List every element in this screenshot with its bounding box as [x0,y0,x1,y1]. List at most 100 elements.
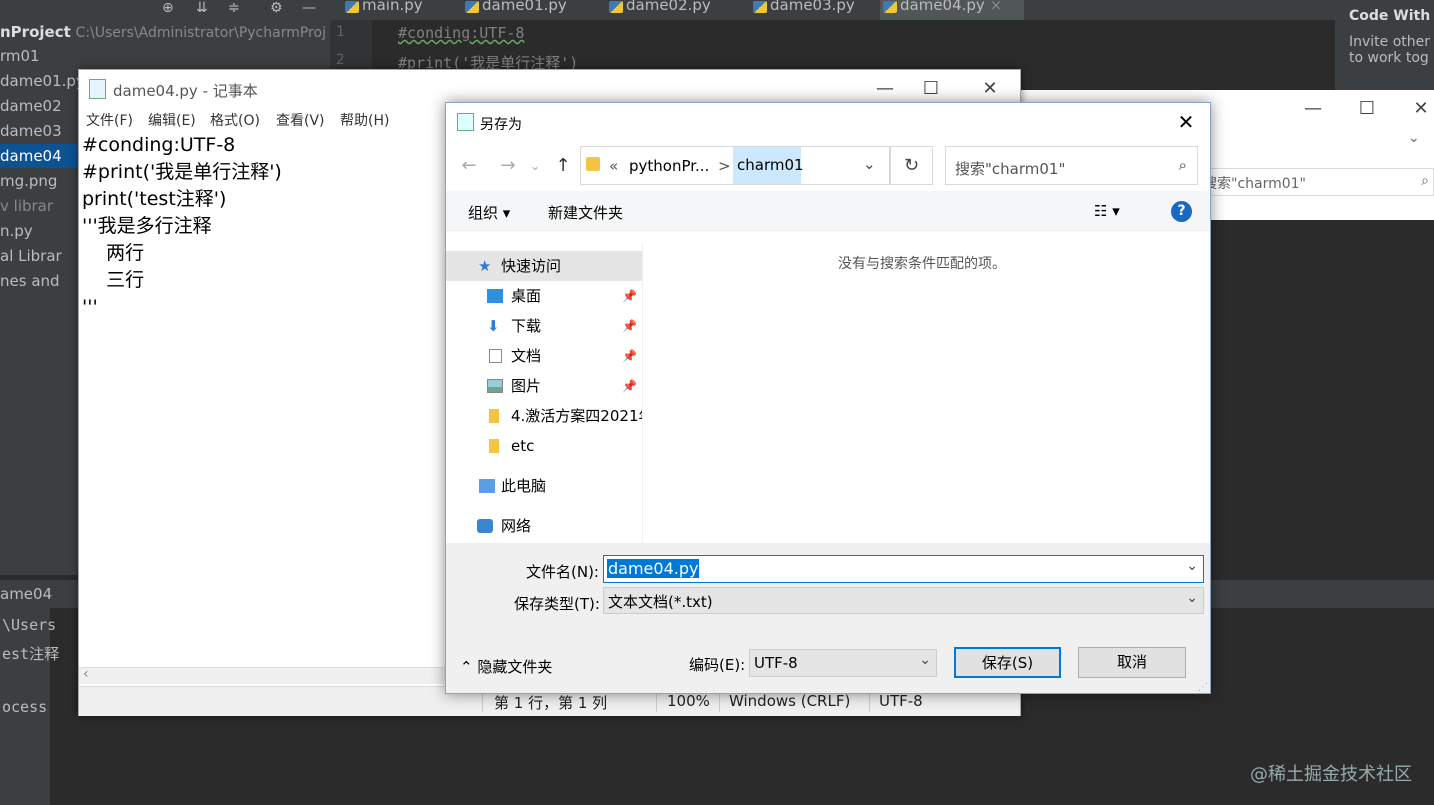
python-file-icon [465,1,479,13]
python-file-icon [753,1,767,13]
pictures-icon [487,379,503,393]
view-options-icon[interactable]: ☷ ▾ [1094,202,1120,220]
minimize-icon[interactable]: — [302,0,316,16]
file-encoding: UTF-8 [879,692,923,710]
address-bar[interactable]: « pythonPr... > charm01 ⌄ [580,146,890,185]
tree-item[interactable]: dame03 [0,119,62,143]
help-button[interactable]: ? [1171,201,1192,222]
menu-edit[interactable]: 编辑(E) [148,110,196,130]
folder-icon [489,409,499,423]
tree-item-selected[interactable]: dame04 [0,144,78,168]
tree-item[interactable]: n.py [0,219,33,243]
chevron-down-icon[interactable]: ⌄ [919,652,931,668]
chevron-down-icon[interactable]: ⌄ [1186,590,1198,606]
python-file-icon [345,1,359,13]
minimize-button[interactable]: — [1290,90,1336,128]
chevron-down-icon[interactable]: ⌄ [1186,558,1198,574]
target-icon[interactable]: ⊕ [162,0,174,16]
search-icon: ⌕ [1421,173,1429,189]
save-as-dialog: 另存为 ✕ ← → ⌄ ↑ « pythonPr... > charm01 ⌄ … [445,102,1211,694]
dialog-toolbar: 组织 ▾ 新建文件夹 ☷ ▾ [446,191,1210,231]
filename-input[interactable]: dame04.py ⌄ [603,555,1204,583]
filename-label: 文件名(N): [526,563,599,581]
search-input[interactable]: 搜索"charm01" ⌕ [945,146,1198,185]
menu-format[interactable]: 格式(O) [210,110,260,130]
tree-item[interactable]: nes and [0,269,60,293]
star-icon: ★ [478,257,492,275]
tree-item[interactable]: mg.png [0,169,57,193]
pin-icon: 📌 [622,349,637,363]
tree-item[interactable]: v librar [0,194,53,218]
up-button[interactable]: ↑ [548,148,578,184]
desktop-icon [487,289,503,303]
refresh-button[interactable]: ↻ [890,146,933,185]
recent-dropdown[interactable]: ⌄ [525,148,545,184]
tab-dame02[interactable]: dame02.py [606,0,746,20]
tab-dame04[interactable]: dame04.py × [880,0,1024,20]
pin-icon: 📌 [622,289,637,303]
python-file-icon [609,1,623,13]
dialog-title-bar: 另存为 ✕ [446,103,1210,141]
expand-icon[interactable]: ≑ [228,0,240,16]
computer-icon [479,479,495,493]
menu-view[interactable]: 查看(V) [276,110,325,130]
download-icon: ⬇ [487,317,500,335]
tree-item[interactable]: rm01 [0,44,40,68]
python-file-icon [883,1,897,13]
search-icon: ⌕ [1178,156,1187,174]
nav-downloads[interactable]: ⬇ 下载 📌 [446,311,642,341]
tree-item[interactable]: dame01.py [0,69,85,93]
chevron-down-icon[interactable]: ⌄ [863,155,876,173]
nav-quick-access[interactable]: ★ 快速访问 [446,251,642,281]
run-output: \Users est注释 ocess [2,616,60,716]
close-tab-icon[interactable]: × [990,0,1003,14]
tree-item[interactable]: dame02 [0,94,62,118]
tab-main[interactable]: main.py [342,0,460,20]
breadcrumb-pythonpr[interactable]: pythonPr... [629,157,709,175]
tab-dame03[interactable]: dame03.py [750,0,878,20]
nav-desktop[interactable]: 桌面 📌 [446,281,642,311]
menu-help[interactable]: 帮助(H) [340,110,389,130]
folder-icon [586,157,600,171]
resize-grip-icon[interactable]: ⋰ [1198,682,1208,693]
forward-button[interactable]: → [493,148,523,184]
notepad-icon [89,79,106,99]
nav-this-pc[interactable]: 此电脑 [446,471,642,501]
breadcrumb-current[interactable]: charm01 [733,147,804,184]
cancel-button[interactable]: 取消 [1078,647,1186,678]
dialog-icon [457,113,474,131]
hide-folders-toggle[interactable]: ⌃ 隐藏文件夹 [460,656,552,677]
tree-item[interactable]: al Librar [0,244,62,268]
save-button[interactable]: 保存(S) [954,647,1061,678]
ide-title-bar: ⊕ ⇊ ≑ ⚙ — main.py dame01.py dame02.py da… [0,0,1434,20]
nav-network[interactable]: 网络 [446,511,642,541]
horizontal-scrollbar[interactable]: ‹ [79,666,449,684]
scroll-left-icon[interactable]: ‹ [83,666,89,682]
document-icon [489,349,502,363]
encoding-select[interactable]: UTF-8 ⌄ [749,649,937,677]
filetype-label: 保存类型(T): [514,595,600,613]
folder-icon [489,439,499,453]
tab-dame01[interactable]: dame01.py [462,0,602,20]
organize-button[interactable]: 组织 ▾ [468,202,510,223]
maximize-button[interactable]: ☐ [1344,90,1390,128]
network-icon [477,519,493,533]
nav-folder-activation[interactable]: 4.激活方案四2021年 [446,401,642,431]
close-button[interactable]: ✕ [1398,90,1434,128]
pin-icon: 📌 [622,319,637,333]
chevron-down-icon[interactable]: ⌄ [1408,130,1420,146]
gear-icon[interactable]: ⚙ [270,0,283,16]
watermark: @稀土掘金技术社区 [1250,764,1412,785]
nav-folder-etc[interactable]: etc [446,431,642,461]
nav-documents[interactable]: 文档 📌 [446,341,642,371]
search-input[interactable]: 搜索"charm01" ⌕ [1198,168,1434,196]
filetype-select[interactable]: 文本文档(*.txt) ⌄ [603,587,1204,614]
back-button[interactable]: ← [454,148,484,184]
run-tab[interactable]: ame04 [0,585,52,603]
nav-pictures[interactable]: 图片 📌 [446,371,642,401]
menu-file[interactable]: 文件(F) [86,110,133,130]
close-button[interactable]: ✕ [1166,103,1206,141]
collapse-icon[interactable]: ⇊ [196,0,208,16]
new-folder-button[interactable]: 新建文件夹 [548,202,623,223]
navigation-pane: ★ 快速访问 桌面 📌 ⬇ 下载 📌 文档 📌 图片 📌 4.激活方案四2021年 etc … [446,243,643,543]
